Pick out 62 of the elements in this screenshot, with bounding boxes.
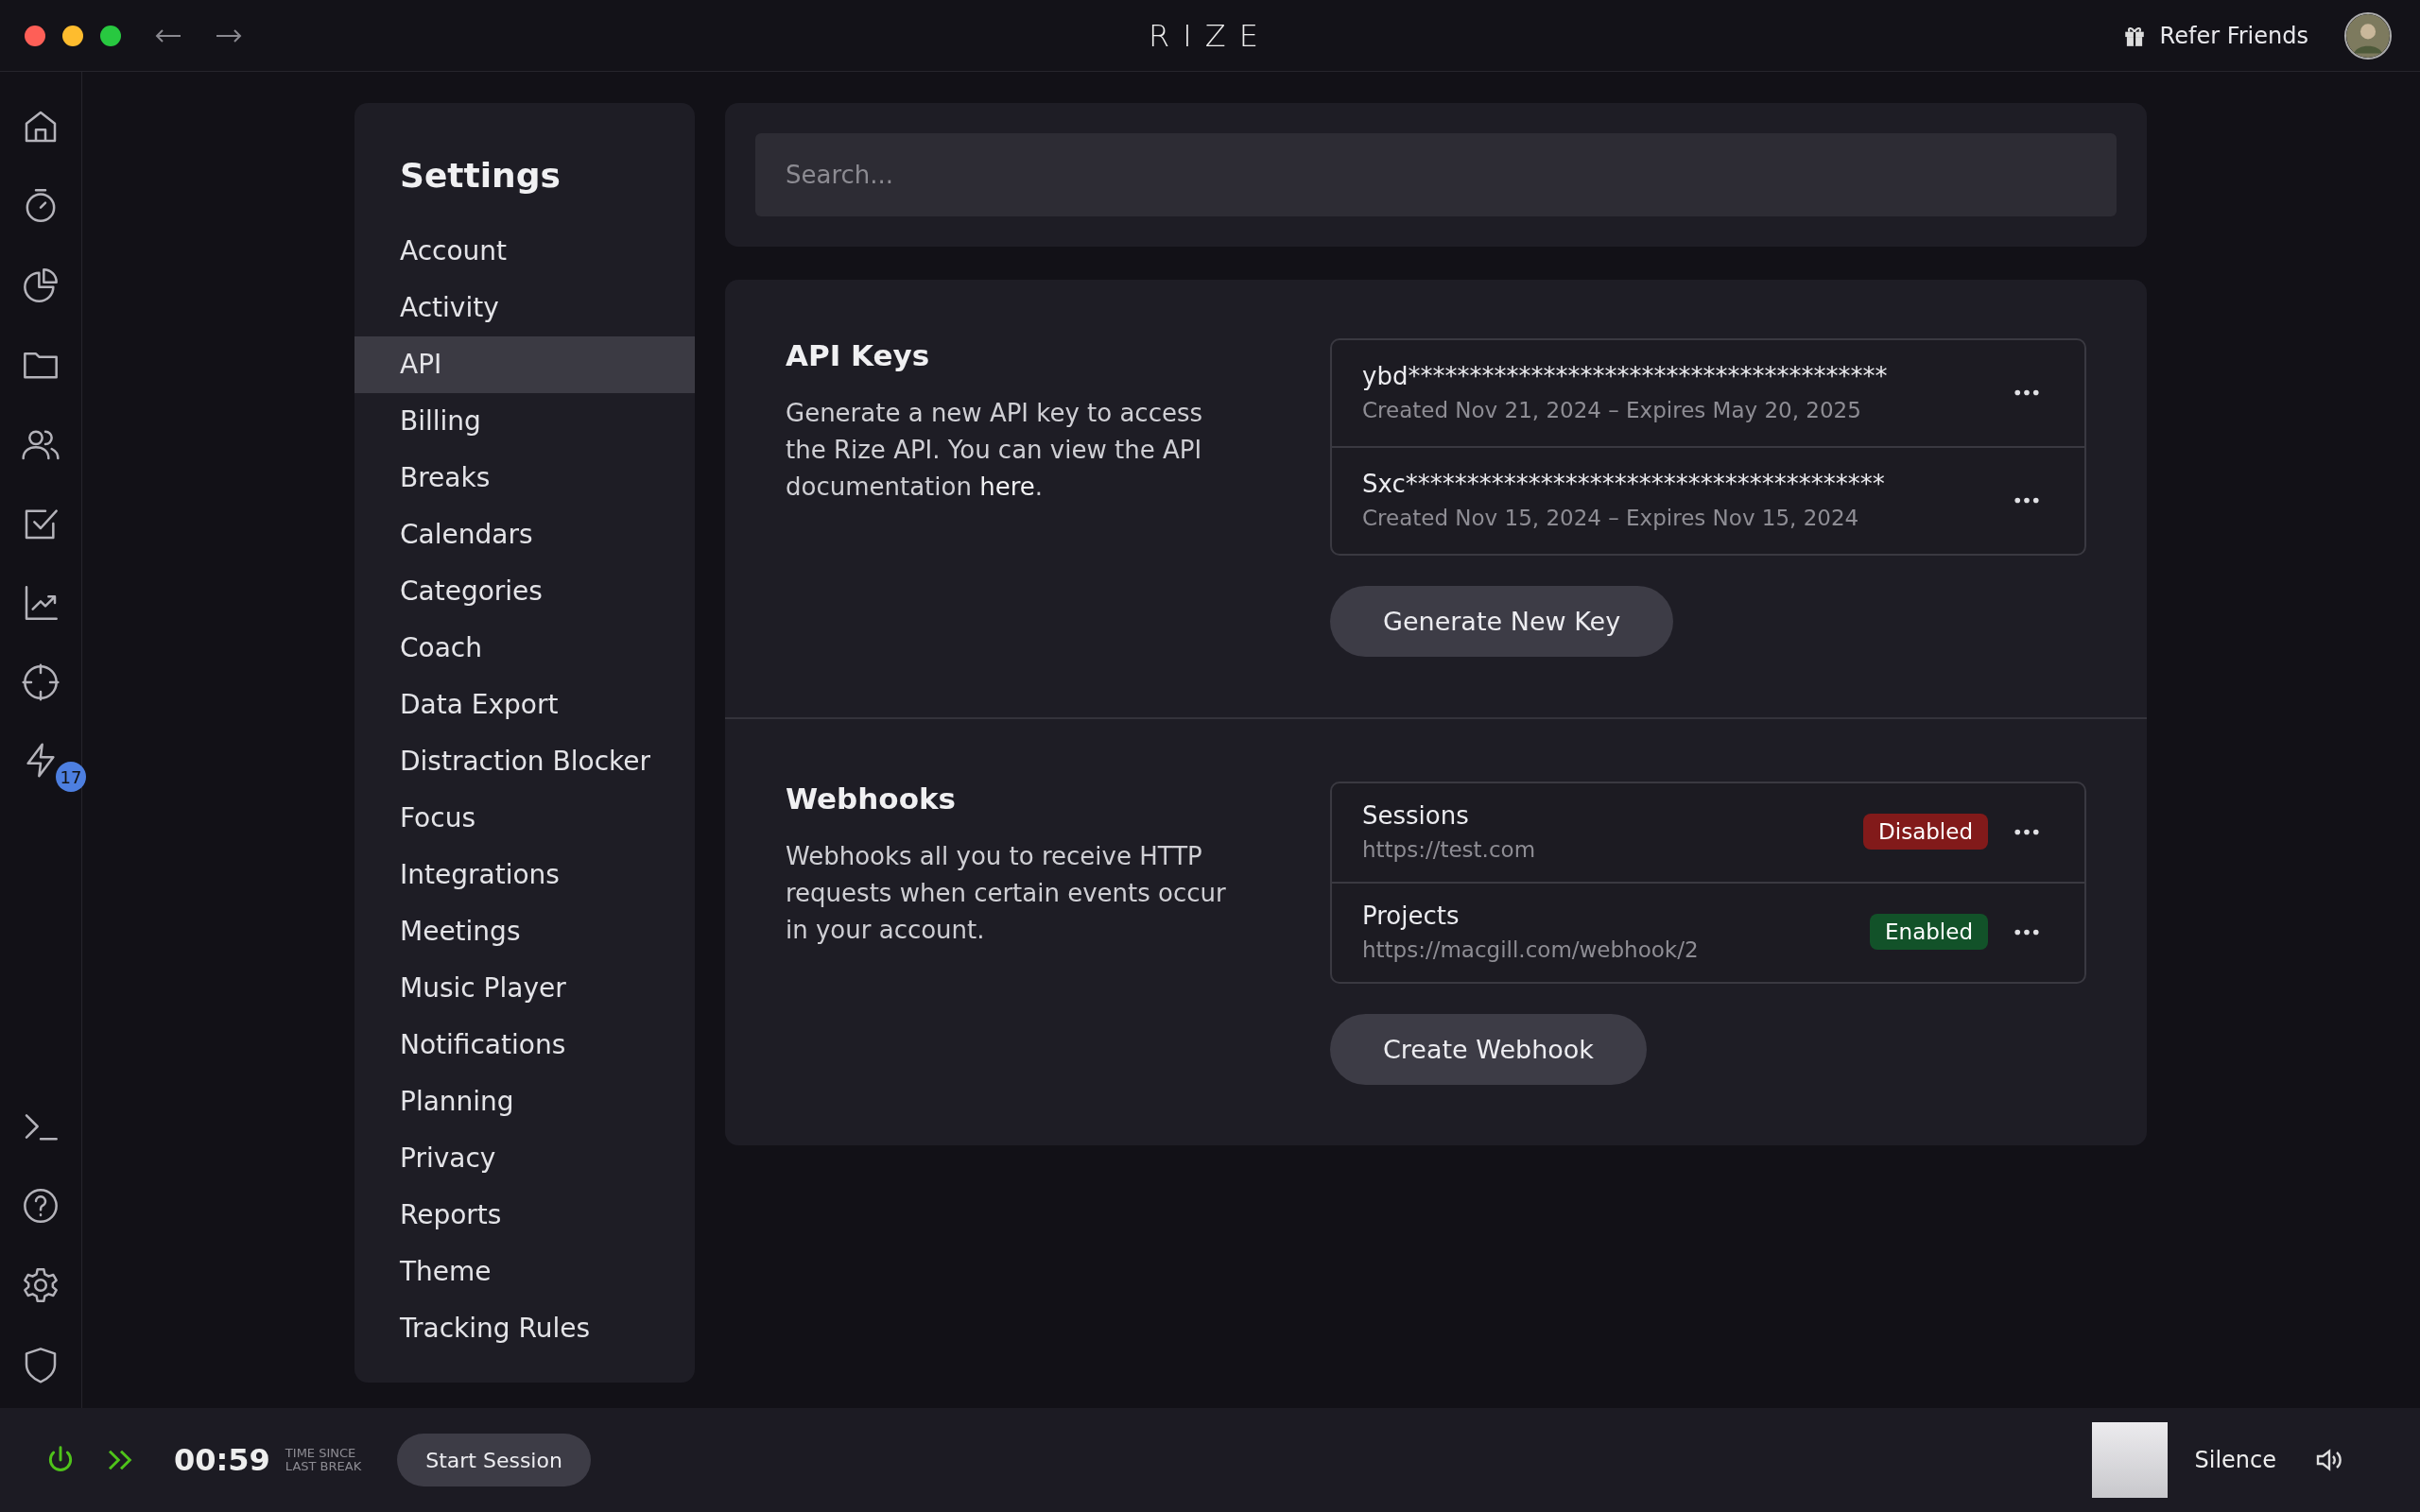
settings-menu-item[interactable]: Billing	[354, 393, 695, 450]
help-icon[interactable]	[22, 1187, 60, 1225]
settings-menu-item[interactable]: Privacy	[354, 1130, 695, 1187]
section-description: Generate a new API key to access the Rize API. You can view the API documentation here.	[786, 398, 1204, 503]
documentation-link[interactable]: here	[979, 472, 1035, 501]
settings-menu-item[interactable]: Focus	[354, 790, 695, 847]
section-title: Webhooks	[786, 782, 958, 816]
settings-menu-item[interactable]: Notifications	[354, 1017, 695, 1074]
user-avatar[interactable]	[2344, 11, 2392, 60]
api-key-value: Sxc***************************************	[1362, 470, 1886, 498]
api-key-dates: Created Nov 15, 2024 – Expires Nov 15, 2024	[1362, 506, 1860, 530]
settings-menu-item[interactable]: Categories	[354, 563, 695, 620]
settings-menu-item[interactable]: Account	[354, 223, 695, 280]
settings-menu-item[interactable]: Reports	[354, 1187, 695, 1244]
webhook-url: https://test.com	[1362, 837, 1537, 862]
webhook-name: Projects	[1362, 902, 1461, 930]
notification-badge: 17	[56, 762, 86, 792]
app-logo: RIZE	[1149, 17, 1271, 54]
settings-menu-item[interactable]: API	[354, 336, 695, 393]
api-key-dates: Created Nov 21, 2024 – Expires May 20, 2025	[1362, 398, 1862, 422]
status-badge: Enabled	[1870, 914, 1988, 950]
search-field[interactable]: Search...	[755, 133, 2117, 216]
settings-menu-item[interactable]: Distraction Blocker	[354, 733, 695, 790]
settings-menu-item[interactable]: Planning	[354, 1074, 695, 1130]
crosshair-icon[interactable]	[22, 663, 60, 701]
lightning-icon[interactable]	[26, 743, 55, 778]
track-title: Silence	[2194, 1447, 2276, 1473]
settings-menu-item[interactable]: Calendars	[354, 507, 695, 563]
webhook-url: https://macgill.com/webhook/2	[1362, 937, 1700, 962]
status-badge: Disabled	[1863, 814, 1988, 850]
settings-menu-item[interactable]: Coach	[354, 620, 695, 677]
more-options-icon[interactable]	[2014, 928, 2039, 936]
settings-menu-item[interactable]: Integrations	[354, 847, 695, 903]
settings-icon[interactable]	[22, 1266, 60, 1304]
minimize-window-button[interactable]	[62, 25, 83, 46]
section-description: Webhooks all you to receive HTTP requests when certain events occur in your account.	[786, 841, 1227, 946]
settings-menu-item[interactable]: Music Player	[354, 960, 695, 1017]
create-webhook-button[interactable]: Create Webhook	[1330, 1014, 1647, 1085]
timer-label: TIME SINCE	[285, 1447, 357, 1460]
api-key-value: ybd***************************************	[1362, 362, 1889, 390]
webhook-name: Sessions	[1362, 801, 1470, 830]
back-arrow-icon[interactable]	[155, 27, 182, 43]
pie-chart-icon[interactable]	[22, 266, 60, 304]
settings-menu-item[interactable]: Activity	[354, 280, 695, 336]
settings-title: Settings	[400, 156, 562, 195]
refer-friends-button[interactable]: Refer Friends	[2121, 22, 2308, 49]
more-options-icon[interactable]	[2014, 388, 2039, 396]
timer-value: 00:59	[174, 1442, 270, 1478]
generate-key-button[interactable]: Generate New Key	[1330, 586, 1674, 657]
settings-menu-item[interactable]: Theme	[354, 1244, 695, 1300]
timer-label: LAST BREAK	[285, 1460, 362, 1473]
settings-menu-item[interactable]: Data Export	[354, 677, 695, 733]
settings-menu-item[interactable]: Breaks	[354, 450, 695, 507]
zoom-window-button[interactable]	[100, 25, 121, 46]
more-options-icon[interactable]	[2014, 828, 2039, 835]
close-window-button[interactable]	[25, 25, 45, 46]
settings-menu-item[interactable]: Tracking Rules	[354, 1300, 695, 1357]
start-session-button[interactable]: Start Session	[397, 1434, 591, 1486]
settings-menu-item[interactable]: Meetings	[354, 903, 695, 960]
section-title: API Keys	[786, 338, 931, 372]
more-options-icon[interactable]	[2014, 496, 2039, 504]
forward-arrow-icon[interactable]	[216, 27, 242, 43]
